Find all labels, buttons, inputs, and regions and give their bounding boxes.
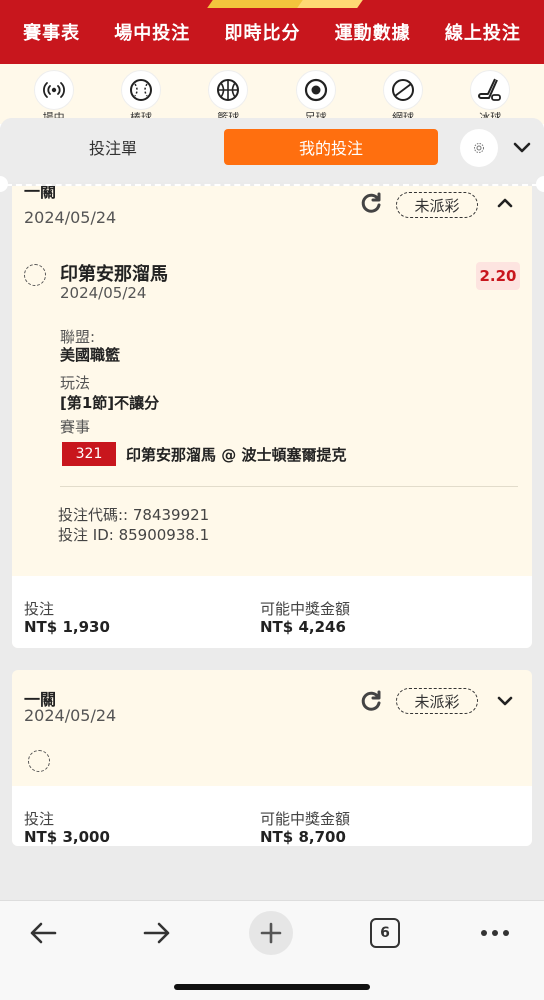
- chevron-up-icon[interactable]: [496, 194, 514, 212]
- bet-type: 一關: [24, 186, 57, 201]
- tab-count-badge: 6: [370, 918, 400, 948]
- status-badge: 未派彩: [396, 192, 478, 218]
- status-badge: 未派彩: [396, 688, 478, 714]
- stake-label: 投注: [24, 810, 55, 828]
- sport-item-hockey[interactable]: 冰球: [460, 70, 520, 118]
- sport-item-live[interactable]: 場中: [24, 70, 84, 118]
- settings-button[interactable]: [460, 129, 498, 167]
- nav-item-live-betting[interactable]: 場中投注: [114, 19, 190, 45]
- stake-value: NT$ 1,930: [24, 618, 110, 636]
- market-label: 玩法: [60, 374, 91, 392]
- betslip-tabs: 投注單 我的投注: [0, 118, 544, 182]
- chevron-down-icon[interactable]: [496, 692, 514, 710]
- selection-team: 印第安那溜馬: [60, 264, 168, 285]
- selection-status-icon: [28, 750, 50, 772]
- selection-status-icon: [24, 264, 46, 286]
- bet-date: 2024/05/24: [24, 208, 117, 227]
- chevron-down-icon: [513, 142, 531, 153]
- nav-accent-stripe: [297, 0, 363, 8]
- bet-date: 2024/05/24: [24, 706, 117, 725]
- bet-card: 一關 2024/05/24 未派彩 投注 NT$ 3,000 可能中獎金額 NT…: [12, 670, 532, 846]
- refresh-icon[interactable]: [358, 190, 384, 216]
- bet-summary: 投注 NT$ 3,000 可能中獎金額 NT$ 8,700: [12, 786, 532, 846]
- nav-item-live-score[interactable]: 即時比分: [224, 19, 300, 45]
- tab-betslip[interactable]: 投注單: [20, 129, 206, 165]
- bet-id: 投注 ID: 85900938.1: [58, 526, 210, 544]
- market-value: [第1節]不讓分: [60, 394, 160, 412]
- payout-value: NT$ 4,246: [260, 618, 346, 636]
- sport-item-soccer[interactable]: 足球: [286, 70, 346, 118]
- soccer-icon: [295, 70, 336, 110]
- nav-item-sports-data[interactable]: 運動數據: [335, 19, 411, 45]
- payout-value: NT$ 8,700: [260, 828, 346, 846]
- bet-summary: 投注 NT$ 1,930 可能中獎金額 NT$ 4,246: [12, 576, 532, 648]
- basketball-icon: [208, 70, 249, 110]
- plus-icon: [249, 911, 293, 955]
- sport-item-baseball[interactable]: 棒球: [111, 70, 171, 118]
- forward-button[interactable]: [132, 911, 182, 955]
- nav-item-online-betting[interactable]: 線上投注: [445, 19, 521, 45]
- divider: [60, 486, 518, 487]
- stake-value: NT$ 3,000: [24, 828, 110, 846]
- home-indicator: [174, 984, 370, 990]
- league-value: 美國職籃: [60, 346, 121, 364]
- sport-item-tennis[interactable]: 網球: [373, 70, 433, 118]
- bet-card: 一關 2024/05/24 未派彩 印第安那溜馬 2024/05/24 2.20…: [12, 186, 532, 648]
- arrow-right-icon: [143, 922, 170, 944]
- more-menu-button[interactable]: [470, 911, 520, 955]
- baseball-icon: [120, 70, 161, 110]
- tabs-button[interactable]: 6: [360, 911, 410, 955]
- bet-code: 投注代碼:: 78439921: [58, 506, 210, 524]
- gear-icon: [474, 143, 484, 153]
- nav-item-schedule[interactable]: 賽事表: [23, 19, 80, 45]
- sport-item-basketball[interactable]: 籃球: [198, 70, 258, 118]
- selection-date: 2024/05/24: [60, 284, 147, 302]
- tennis-icon: [382, 70, 423, 110]
- refresh-icon[interactable]: [358, 688, 384, 714]
- match-name: 印第安那溜馬 @ 波士頓塞爾提克: [126, 446, 347, 464]
- top-nav: 賽事表 場中投注 即時比分 運動數據 線上投注: [0, 0, 544, 64]
- stake-label: 投注: [24, 600, 55, 618]
- new-tab-button[interactable]: [246, 911, 296, 955]
- collapse-panel-button[interactable]: [508, 134, 536, 162]
- match-id-badge: 321: [62, 442, 116, 466]
- my-bets-panel: 投注單 我的投注 一關 2024/05/24 未派彩 印第安那溜馬 2024/0…: [0, 118, 544, 900]
- back-button[interactable]: [18, 911, 68, 955]
- more-icon: [481, 930, 509, 936]
- payout-label: 可能中獎金額: [260, 810, 351, 828]
- arrow-left-icon: [30, 922, 57, 944]
- odds-badge: 2.20: [476, 262, 520, 290]
- sport-category-row: 場中 棒球 籃球 足球 網球 冰球: [0, 64, 544, 124]
- live-icon: [33, 70, 74, 110]
- event-label: 賽事: [60, 418, 91, 436]
- payout-label: 可能中獎金額: [260, 600, 351, 618]
- hockey-icon: [470, 70, 511, 110]
- tab-my-bets[interactable]: 我的投注: [224, 129, 438, 165]
